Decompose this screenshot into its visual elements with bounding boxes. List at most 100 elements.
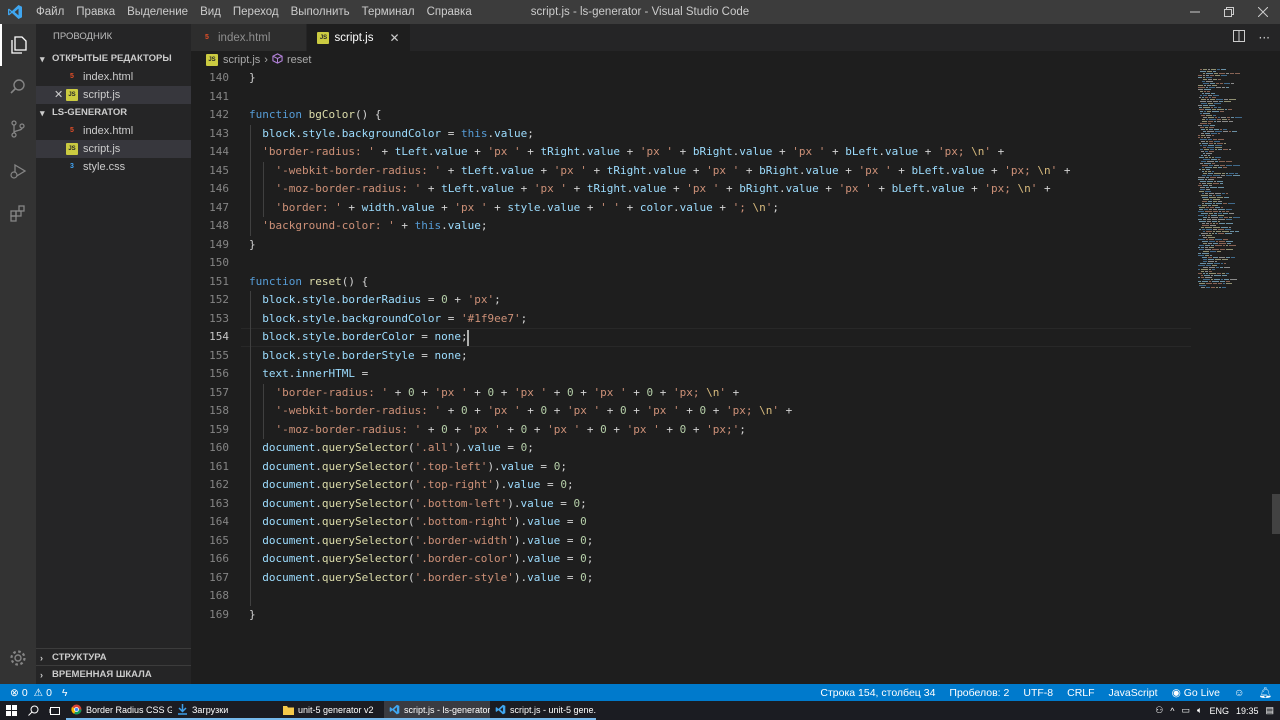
line-number: 168 [209,589,229,602]
code-editor[interactable]: 140} 141 142 function bgColor() {143 block.… [191,69,1280,684]
code-line[interactable]: 143 block.style.backgroundColor = this.v… [191,125,1191,144]
notifications-bell-icon[interactable]: 🔔︎ [1259,686,1272,699]
code-line[interactable]: 152 block.style.borderRadius = 0 + 'px'; [191,291,1191,310]
search-icon[interactable] [0,66,36,108]
code-line[interactable]: 150 [191,254,1191,273]
windows-start-icon[interactable] [0,701,22,720]
code-line[interactable]: 151 function reset() { [191,273,1191,292]
close-icon[interactable]: ✕ [389,31,399,45]
editor-tab[interactable]: JS script.js ✕ [307,24,411,51]
minimap[interactable] [1196,69,1276,684]
minimap-token [1201,115,1205,117]
code-line[interactable]: 154 block.style.borderColor = none; [191,328,1191,347]
code-line[interactable]: 162 document.querySelector('.top-right')… [191,476,1191,495]
close-icon[interactable]: ✕ [54,86,63,104]
timeline-header[interactable]: › ВРЕМЕННАЯ ШКАЛА [36,666,191,684]
minimap-token [1207,111,1211,113]
menu-item[interactable]: Вид [194,0,227,24]
taskbar-app[interactable]: unit-5 generator v2 [278,701,384,720]
menu-item[interactable]: Переход [227,0,285,24]
language-mode[interactable]: JavaScript [1109,687,1158,699]
menu-item[interactable]: Справка [421,0,478,24]
taskbar-app[interactable]: Загрузки [172,701,278,720]
input-language[interactable]: ENG [1209,706,1229,716]
explorer-icon[interactable] [0,24,36,66]
feedback-icon[interactable]: ☺ [1234,687,1245,699]
code-line[interactable]: 159 '-moz-border-radius: ' + 0 + 'px ' +… [191,421,1191,440]
taskbar-app[interactable]: script.js - unit-5 gene... [490,701,596,720]
go-live-button[interactable]: ◉ Go Live [1172,687,1220,699]
code-line[interactable]: 145 '-webkit-border-radius: ' + tLeft.va… [191,162,1191,181]
encoding[interactable]: UTF-8 [1023,687,1053,699]
taskbar-app[interactable]: script.js - ls-generator... [384,701,490,720]
code-line[interactable]: 161 document.querySelector('.top-left').… [191,458,1191,477]
menu-item[interactable]: Файл [30,0,70,24]
open-editor-item[interactable]: 5 index.html [36,68,191,86]
code-line[interactable]: 153 block.style.backgroundColor = '#1f9e… [191,310,1191,329]
close-window-icon[interactable] [1246,0,1280,24]
code-line[interactable]: 148 'background-color: ' + this.value; [191,217,1191,236]
manage-gear-icon[interactable] [0,640,36,676]
more-actions-icon[interactable]: ··· [1259,31,1270,45]
code-line[interactable]: 160 document.querySelector('.all').value… [191,439,1191,458]
minimap-token [1218,229,1224,231]
vscode-icon [495,704,506,715]
line-number: 160 [209,441,229,454]
extensions-icon[interactable] [0,192,36,234]
code-line[interactable]: 168 [191,587,1191,606]
code-line[interactable]: 140} [191,69,1191,88]
end-of-line[interactable]: CRLF [1067,687,1094,699]
taskbar-app[interactable]: Border Radius CSS Ge... [66,701,172,720]
code-line[interactable]: 158 '-webkit-border-radius: ' + 0 + 'px … [191,402,1191,421]
editor-tabs: 5 index.html ✕JS script.js ✕ ··· [191,24,1280,51]
menu-item[interactable]: Выполнить [285,0,356,24]
minimap-token [1217,119,1221,121]
folder-header[interactable]: ▾ LS-GENERATOR [36,104,191,122]
minimap-token [1226,209,1232,211]
breadcrumb-symbol[interactable]: reset [287,54,311,66]
editor-tab[interactable]: 5index.html✕ [191,24,308,51]
code-line[interactable]: 163 document.querySelector('.bottom-left… [191,495,1191,514]
tray-chevron-icon[interactable]: ^ [1170,706,1174,716]
run-debug-icon[interactable] [0,150,36,192]
file-tree-item[interactable]: JS script.js [36,140,191,158]
code-line[interactable]: 142 function bgColor() { [191,106,1191,125]
people-icon[interactable]: ⚇ [1155,705,1163,716]
open-editors-header[interactable]: ▾ ОТКРЫТЫЕ РЕДАКТОРЫ [36,50,191,68]
search-icon[interactable] [22,701,44,720]
code-line[interactable]: 147 'border: ' + width.value + 'px ' + s… [191,199,1191,218]
code-line[interactable]: 146 '-moz-border-radius: ' + tLeft.value… [191,180,1191,199]
cursor-position[interactable]: Строка 154, столбец 34 [820,687,935,699]
code-line[interactable]: 164 document.querySelector('.bottom-righ… [191,513,1191,532]
split-editor-icon[interactable] [1232,30,1245,45]
file-tree-item[interactable]: 5 index.html [36,122,191,140]
code-line[interactable]: 165 document.querySelector('.border-widt… [191,532,1191,551]
indentation[interactable]: Пробелов: 2 [949,687,1009,699]
task-view-icon[interactable] [44,701,66,720]
code-line[interactable]: 156 text.innerHTML = [191,365,1191,384]
minimize-icon[interactable] [1178,0,1212,24]
code-line[interactable]: 144 'border-radius: ' + tLeft.value + 'p… [191,143,1191,162]
volume-icon[interactable]: 🔈︎ [1197,705,1202,716]
code-line[interactable]: 169} [191,606,1191,625]
vertical-scrollbar[interactable] [1272,494,1280,534]
lightning-icon[interactable]: ϟ [62,687,68,699]
file-tree-item[interactable]: 3 style.css [36,158,191,176]
breadcrumb-file[interactable]: script.js [223,54,260,66]
menu-item[interactable]: Терминал [356,0,421,24]
code-line[interactable]: 166 document.querySelector('.border-colo… [191,550,1191,569]
code-line[interactable]: 167 document.querySelector('.border-styl… [191,569,1191,588]
problems-indicator[interactable]: ⊗ 0 ⚠ 0 [10,687,52,699]
code-line[interactable]: 157 'border-radius: ' + 0 + 'px ' + 0 + … [191,384,1191,403]
code-line[interactable]: 155 block.style.borderStyle = none; [191,347,1191,366]
source-control-icon[interactable] [0,108,36,150]
restore-icon[interactable] [1212,0,1246,24]
code-line[interactable]: 149} [191,236,1191,255]
open-editor-item[interactable]: ✕ JS script.js [36,86,191,104]
code-line[interactable]: 141 [191,88,1191,107]
notifications-icon[interactable]: ▤ [1265,705,1274,716]
menu-item[interactable]: Выделение [121,0,194,24]
network-icon[interactable]: ▭ [1182,705,1191,716]
clock[interactable]: 19:35 [1236,706,1259,716]
menu-item[interactable]: Правка [70,0,121,24]
